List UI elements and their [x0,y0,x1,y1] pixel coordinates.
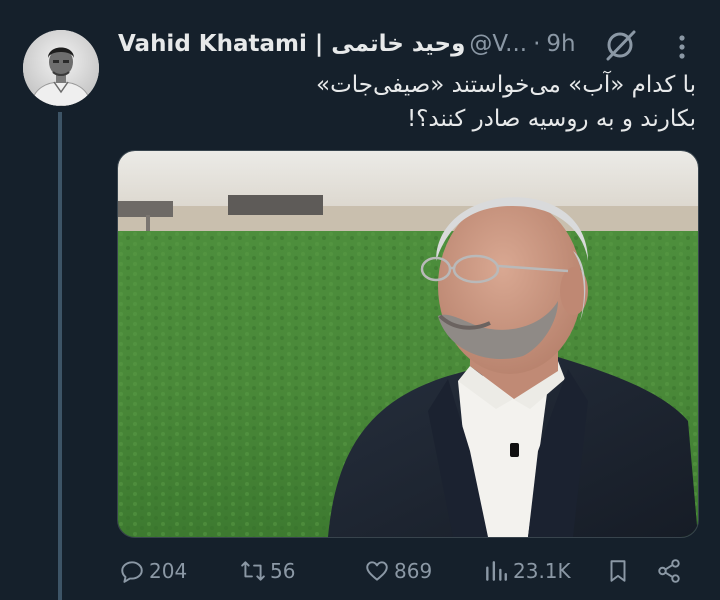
reply-button[interactable]: 204 [119,552,187,590]
bookmark-button[interactable] [605,552,635,590]
separator-dot: · [533,31,541,57]
views-button[interactable]: 23.1K [483,552,571,590]
tweet-time[interactable]: 9h [546,31,575,57]
reply-count: 204 [149,559,188,583]
tweet-text: با کدام «آب» می‌خواستند «صیفی‌جات» بکارن… [316,72,696,132]
reply-icon [121,561,143,583]
user-handle[interactable]: @V... [469,31,527,57]
action-bar: 204 56 869 23.1K [0,552,720,590]
tweet-header: Vahid Khatami | وحید خاتمی @V... · 9h [118,27,576,61]
like-count: 869 [394,559,433,583]
like-button[interactable]: 869 [364,552,432,590]
share-icon [658,559,680,583]
bookmark-icon [610,560,626,582]
retweet-icon [241,561,265,581]
view-count: 23.1K [513,559,571,583]
share-button[interactable] [656,552,686,590]
views-icon [486,561,507,581]
tweet-image[interactable] [117,150,699,538]
like-icon [366,561,388,581]
retweet-count: 56 [270,559,296,583]
avatar[interactable] [23,30,99,106]
thread-line [58,112,62,600]
display-name[interactable]: Vahid Khatami | وحید خاتمی [118,31,465,57]
avatar-image [23,30,99,106]
grok-icon[interactable] [604,28,638,62]
more-icon[interactable] [672,32,692,62]
photo [118,151,698,537]
retweet-button[interactable]: 56 [240,552,295,590]
